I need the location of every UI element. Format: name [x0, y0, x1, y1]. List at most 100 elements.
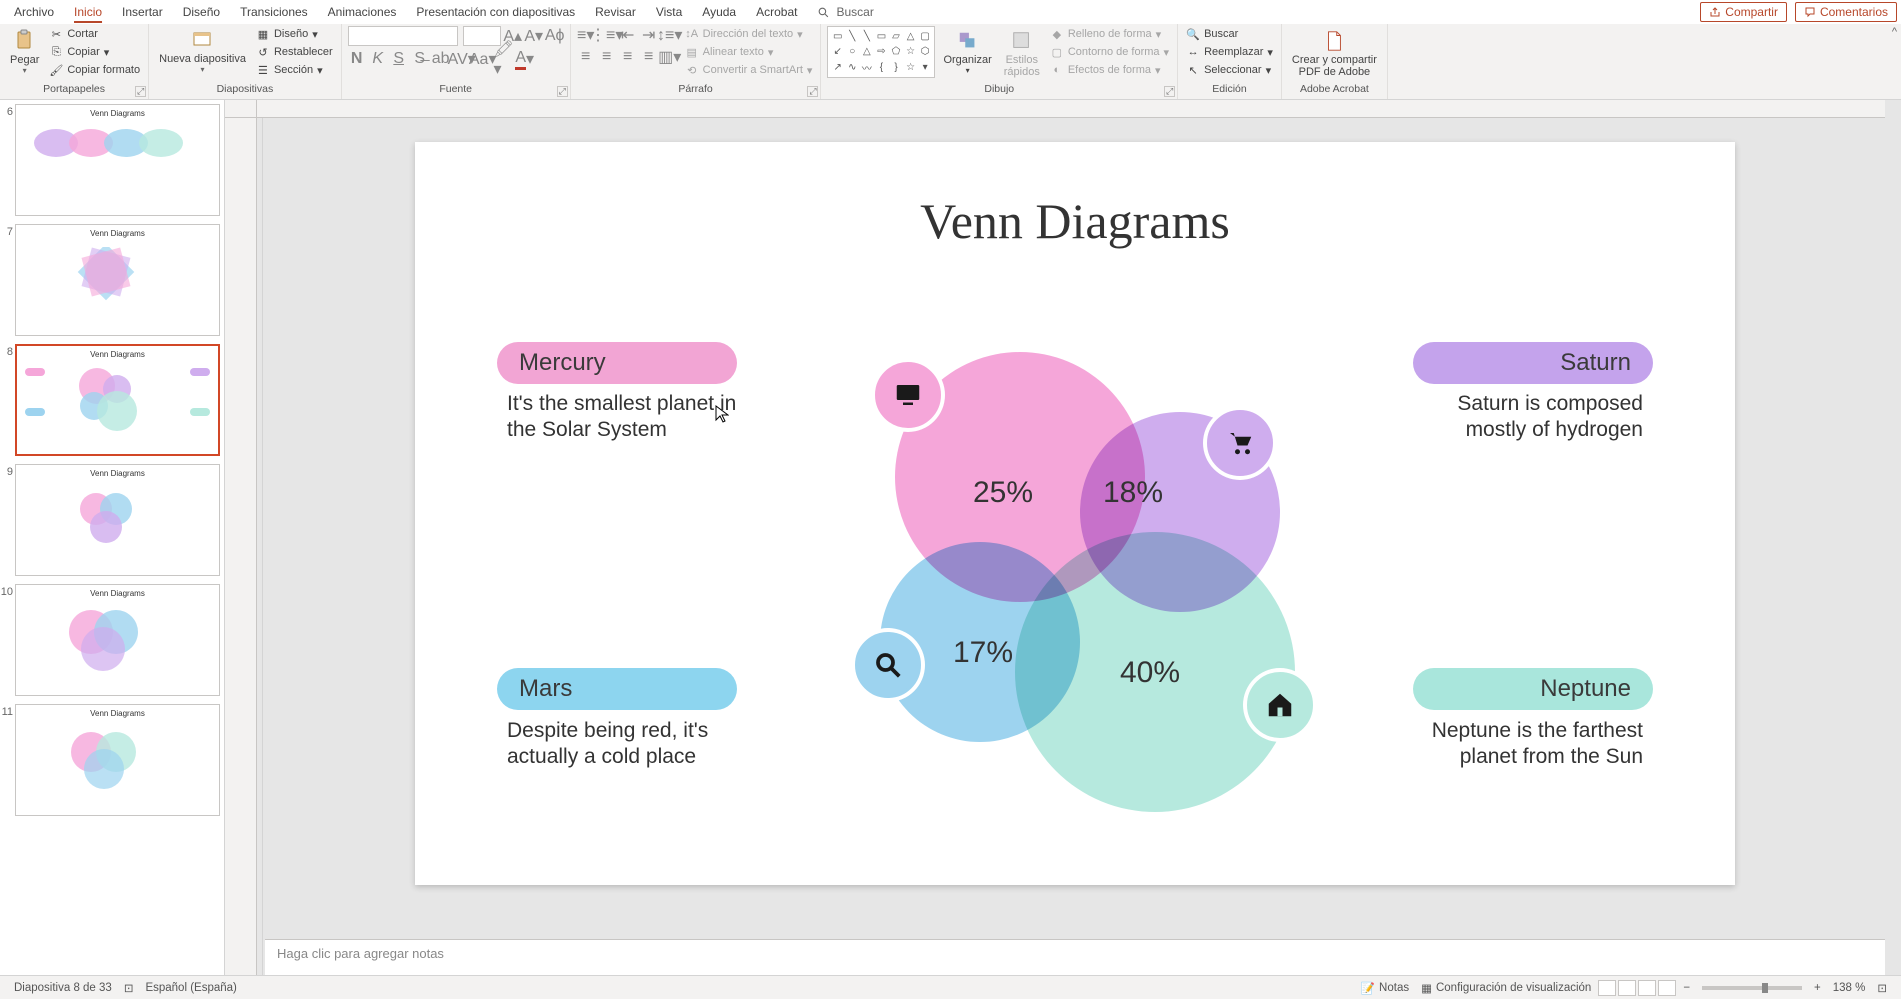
thumbnail-7[interactable]: 7Venn Diagrams [0, 224, 220, 336]
percent-40[interactable]: 40% [1120, 656, 1180, 690]
tab-diseno[interactable]: Diseño [173, 1, 230, 23]
font-name-combo[interactable] [348, 26, 458, 46]
increase-indent-button[interactable]: ⇥ [640, 26, 658, 44]
tab-inicio[interactable]: Inicio [64, 1, 112, 23]
font-dialog-launcher[interactable]: ⤢ [557, 86, 568, 97]
paste-button[interactable]: Pegar ▾ [6, 26, 43, 77]
decrease-font-button[interactable]: A▾ [525, 27, 543, 45]
tab-revisar[interactable]: Revisar [585, 1, 646, 23]
tab-acrobat[interactable]: Acrobat [746, 1, 807, 23]
strike-button[interactable]: S̶ [411, 50, 429, 68]
zoom-out-button[interactable]: − [1677, 982, 1696, 994]
cut-button[interactable]: ✂Cortar [47, 26, 142, 42]
layout-button[interactable]: ▦Diseño ▾ [254, 26, 335, 42]
slide-title[interactable]: Venn Diagrams [415, 192, 1735, 250]
decrease-indent-button[interactable]: ⇤ [619, 26, 637, 44]
shape-outline-button[interactable]: ▢Contorno de forma ▾ [1048, 44, 1171, 60]
desc-mars[interactable]: Despite being red, it's actually a cold … [507, 718, 747, 771]
thumbnail-11[interactable]: 11Venn Diagrams [0, 704, 220, 816]
search-box[interactable]: Buscar [817, 5, 873, 19]
collapse-ribbon-button[interactable]: ^ [1892, 26, 1897, 38]
percent-25[interactable]: 25% [973, 476, 1033, 510]
replace-button[interactable]: ↔Reemplazar ▾ [1184, 44, 1275, 60]
font-color-button[interactable]: A▾ [516, 50, 534, 68]
line-spacing-button[interactable]: ↕≡▾ [661, 26, 679, 44]
italic-button[interactable]: K [369, 50, 387, 68]
quick-styles-button[interactable]: Estilosrápidos [1000, 26, 1044, 80]
align-left-button[interactable]: ≡ [577, 48, 595, 66]
zoom-in-button[interactable]: + [1808, 982, 1827, 994]
magnifier-icon[interactable] [855, 632, 921, 698]
tab-transiciones[interactable]: Transiciones [230, 1, 318, 23]
fit-window-button[interactable]: ⊡ [1871, 981, 1893, 995]
smartart-button[interactable]: ⟲Convertir a SmartArt ▾ [683, 62, 815, 78]
horizontal-ruler[interactable] [257, 100, 1885, 118]
shape-fill-button[interactable]: ◆Relleno de forma ▾ [1048, 26, 1171, 42]
tab-vista[interactable]: Vista [646, 1, 692, 23]
thumbnail-6[interactable]: 6Venn Diagrams [0, 104, 220, 216]
reading-view-button[interactable] [1638, 980, 1656, 996]
tab-insertar[interactable]: Insertar [112, 1, 173, 23]
monitor-icon[interactable] [875, 362, 941, 428]
notes-pane[interactable]: Haga clic para agregar notas [265, 939, 1885, 975]
thumbnail-8[interactable]: 8Venn Diagrams ⠀⠀ ⠀⠀ ⠀⠀ ⠀⠀ [0, 344, 220, 456]
clipboard-dialog-launcher[interactable]: ⤢ [135, 86, 146, 97]
accessibility-button[interactable]: ⊡ [118, 981, 140, 995]
percent-17[interactable]: 17% [953, 636, 1013, 670]
thumbnail-pane[interactable]: 6Venn Diagrams 7Venn Diagrams 8Venn Diag… [0, 100, 225, 975]
arrange-button[interactable]: Organizar▾ [939, 26, 995, 77]
label-saturn[interactable]: Saturn [1413, 342, 1653, 384]
case-button[interactable]: Aa▾ [474, 50, 492, 68]
sorter-view-button[interactable] [1618, 980, 1636, 996]
slide[interactable]: Venn Diagrams Mercury It's the smallest … [415, 142, 1735, 885]
tab-ayuda[interactable]: Ayuda [692, 1, 746, 23]
clear-format-button[interactable]: Aϕ [546, 27, 564, 45]
desc-neptune[interactable]: Neptune is the farthest planet from the … [1403, 718, 1643, 771]
slide-counter[interactable]: Diapositiva 8 de 33 [8, 982, 118, 994]
percent-18[interactable]: 18% [1103, 476, 1163, 510]
pane-splitter[interactable] [257, 118, 263, 975]
vertical-ruler[interactable] [225, 118, 257, 975]
zoom-slider[interactable] [1702, 986, 1802, 990]
align-right-button[interactable]: ≡ [619, 48, 637, 66]
align-text-button[interactable]: ▤Alinear texto ▾ [683, 44, 815, 60]
tab-archivo[interactable]: Archivo [4, 1, 64, 23]
language-button[interactable]: Español (España) [139, 982, 242, 994]
house-icon[interactable] [1247, 672, 1313, 738]
zoom-level[interactable]: 138 % [1827, 982, 1872, 994]
select-button[interactable]: ↖Seleccionar ▾ [1184, 62, 1275, 78]
label-mars[interactable]: Mars [497, 668, 737, 710]
tab-presentacion[interactable]: Presentación con diapositivas [406, 1, 585, 23]
shapes-gallery[interactable]: ▭╲╲▭▱△▢ ↙○△⇨⬠☆⬡ ↗∿〰{}☆▾ [827, 26, 935, 78]
share-button[interactable]: Compartir [1700, 2, 1787, 22]
new-slide-button[interactable]: Nueva diapositiva ▾ [155, 26, 250, 76]
slideshow-view-button[interactable] [1658, 980, 1676, 996]
bold-button[interactable]: N [348, 50, 366, 68]
reset-button[interactable]: ↺Restablecer [254, 44, 335, 60]
venn-diagram[interactable]: 25% 18% 17% 40% [835, 342, 1315, 812]
highlight-button[interactable]: 🖍▾ [495, 50, 513, 68]
text-direction-button[interactable]: ↕ADirección del texto ▾ [683, 26, 815, 42]
section-button[interactable]: ☰Sección ▾ [254, 62, 335, 78]
notes-button[interactable]: 📝 Notas [1355, 981, 1415, 995]
tab-animaciones[interactable]: Animaciones [318, 1, 407, 23]
underline-button[interactable]: S [390, 50, 408, 68]
cart-icon[interactable] [1207, 410, 1273, 476]
thumbnail-9[interactable]: 9Venn Diagrams [0, 464, 220, 576]
comments-button[interactable]: Comentarios [1795, 2, 1897, 22]
format-painter-button[interactable]: 🖌Copiar formato [47, 62, 142, 78]
justify-button[interactable]: ≡ [640, 48, 658, 66]
find-button[interactable]: 🔍Buscar [1184, 26, 1275, 42]
align-center-button[interactable]: ≡ [598, 48, 616, 66]
columns-button[interactable]: ▥▾ [661, 48, 679, 66]
display-config-button[interactable]: ▦ Configuración de visualización [1415, 981, 1597, 995]
desc-mercury[interactable]: It's the smallest planet in the Solar Sy… [507, 391, 747, 444]
desc-saturn[interactable]: Saturn is composed mostly of hydrogen [1403, 391, 1643, 444]
copy-button[interactable]: ⎘Copiar ▾ [47, 44, 142, 60]
create-pdf-button[interactable]: Crear y compartir PDF de Adobe [1288, 26, 1381, 80]
drawing-dialog-launcher[interactable]: ⤢ [1164, 86, 1175, 97]
slide-canvas[interactable]: Venn Diagrams Mercury It's the smallest … [265, 118, 1885, 975]
thumbnail-10[interactable]: 10Venn Diagrams [0, 584, 220, 696]
numbering-button[interactable]: ⋮≡▾ [598, 26, 616, 44]
paragraph-dialog-launcher[interactable]: ⤢ [807, 86, 818, 97]
